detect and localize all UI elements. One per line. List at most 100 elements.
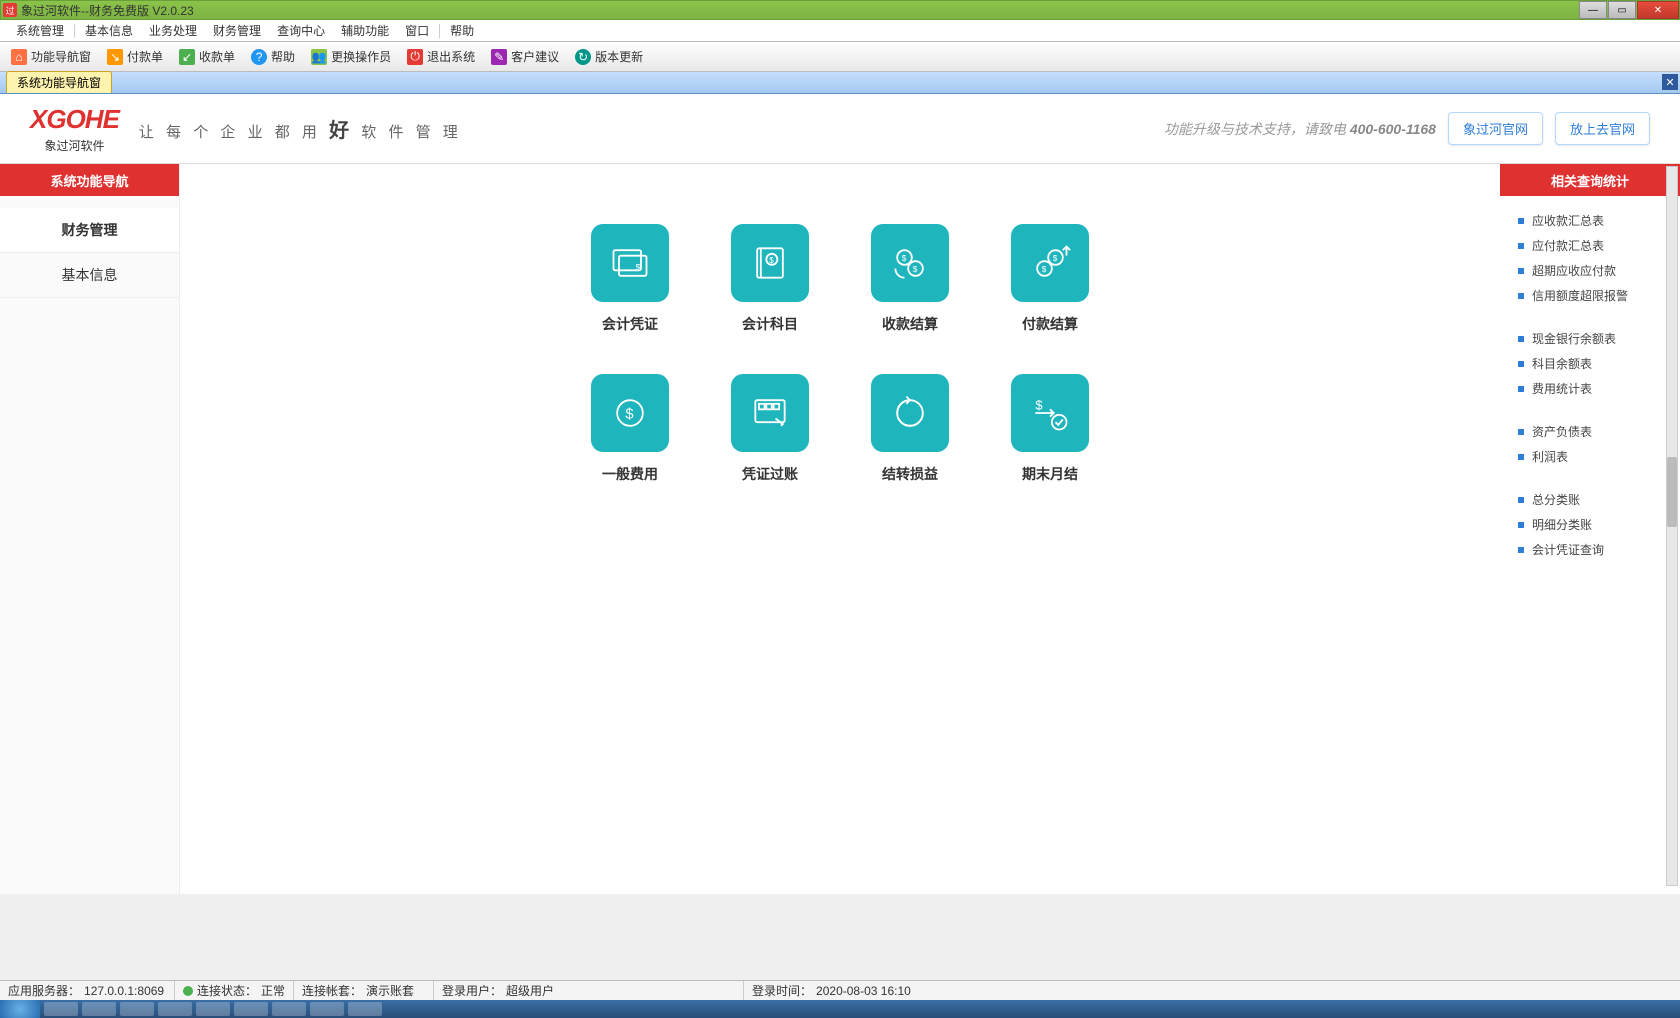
menu-aux[interactable]: 辅助功能 [333,20,397,41]
taskbar-item[interactable] [82,1002,116,1016]
taskbar-item[interactable] [120,1002,154,1016]
right-link[interactable]: 明细分类账 [1518,512,1662,537]
tab-close-button[interactable]: ✕ [1662,74,1678,90]
right-link[interactable]: 应付款汇总表 [1518,233,1662,258]
right-group-2: 资产负债表利润表 [1500,407,1680,475]
menu-business[interactable]: 业务处理 [141,20,205,41]
right-link[interactable]: 现金银行余额表 [1518,326,1662,351]
sidebar-left-header: 系统功能导航 [0,164,179,196]
right-link[interactable]: 总分类账 [1518,487,1662,512]
taskbar-item[interactable] [310,1002,344,1016]
slogan: 让 每 个 企 业 都 用 好 软 件 管 理 [139,114,462,143]
taskbar-item[interactable] [196,1002,230,1016]
right-link[interactable]: 信用额度超限报警 [1518,283,1662,308]
start-button[interactable] [0,1000,40,1018]
minimize-button[interactable]: — [1579,1,1607,19]
official-site-button[interactable]: 象过河官网 [1448,112,1543,145]
status-dot-icon [183,986,193,996]
status-account: 连接帐套：演示账套 [294,981,434,1000]
toolbar: ⌂功能导航窗 ↘付款单 ↙收款单 ?帮助 👥更换操作员 ⏻退出系统 ✎客户建议 … [0,42,1680,72]
menu-query[interactable]: 查询中心 [269,20,333,41]
toolbar-update-button[interactable]: ↻版本更新 [568,44,650,69]
tile-monthend[interactable]: $期末月结 [985,374,1115,484]
close-button[interactable]: ✕ [1637,1,1679,19]
tile-label: 期末月结 [1022,464,1078,484]
tile-subject[interactable]: $会计科目 [705,224,835,334]
help-icon: ? [251,49,267,65]
tile-carry[interactable]: 结转损益 [845,374,975,484]
right-link[interactable]: 利润表 [1518,444,1662,469]
toolbar-label: 收款单 [199,48,235,65]
right-link[interactable]: 资产负债表 [1518,419,1662,444]
right-group-3: 总分类账明细分类账会计凭证查询 [1500,475,1680,568]
right-link[interactable]: 费用统计表 [1518,376,1662,401]
maximize-button[interactable]: ▭ [1608,1,1636,19]
menu-basic[interactable]: 基本信息 [77,20,141,41]
toolbar-suggest-button[interactable]: ✎客户建议 [484,44,566,69]
menubar: 系统管理 基本信息 业务处理 财务管理 查询中心 辅助功能 窗口 帮助 [0,20,1680,42]
toolbar-switchuser-button[interactable]: 👥更换操作员 [304,44,398,69]
receive-icon: ↙ [179,49,195,65]
toolbar-help-button[interactable]: ?帮助 [244,44,302,69]
menu-window[interactable]: 窗口 [397,20,437,41]
right-link[interactable]: 科目余额表 [1518,351,1662,376]
separator [74,24,75,38]
taskbar-item[interactable] [158,1002,192,1016]
separator [439,24,440,38]
right-group-1: 现金银行余额表科目余额表费用统计表 [1500,314,1680,407]
sidebar-item-basic[interactable]: 基本信息 [0,253,179,298]
recv-settle-icon: $$ [871,224,949,302]
toolbar-label: 退出系统 [427,48,475,65]
tab-nav[interactable]: 系统功能导航窗 [6,71,112,93]
right-link[interactable]: 应收款汇总表 [1518,208,1662,233]
taskbar-item[interactable] [234,1002,268,1016]
tile-post[interactable]: 凭证过账 [705,374,835,484]
scrollbar[interactable] [1666,166,1678,886]
tabbar: 系统功能导航窗 ✕ [0,72,1680,94]
sidebar-right-header: 相关查询统计 [1500,164,1680,196]
tile-label: 一般费用 [602,464,658,484]
window-titlebar: 过 象过河软件--财务免费版 V2.0.23 — ▭ ✕ [0,0,1680,20]
right-link[interactable]: 会计凭证查询 [1518,537,1662,562]
os-taskbar[interactable] [0,1000,1680,1018]
menu-finance[interactable]: 财务管理 [205,20,269,41]
svg-text:$: $ [1053,254,1058,263]
tile-voucher[interactable]: $ 会计凭证 [565,224,695,334]
svg-text:$: $ [625,407,633,423]
tile-label: 会计凭证 [602,314,658,334]
toolbar-label: 更换操作员 [331,48,391,65]
pay-icon: ↘ [107,49,123,65]
home-icon: ⌂ [11,49,27,65]
menu-help[interactable]: 帮助 [442,20,482,41]
toolbar-pay-button[interactable]: ↘付款单 [100,44,170,69]
menu-system[interactable]: 系统管理 [8,20,72,41]
right-link[interactable]: 超期应收应付款 [1518,258,1662,283]
scrollbar-thumb[interactable] [1667,457,1677,527]
tile-expense[interactable]: $ 一般费用 [565,374,695,484]
tile-label: 收款结算 [882,314,938,334]
toolbar-label: 帮助 [271,48,295,65]
taskbar-item[interactable] [348,1002,382,1016]
toolbar-nav-button[interactable]: ⌂功能导航窗 [4,44,98,69]
taskbar-item[interactable] [272,1002,306,1016]
deploy-site-button[interactable]: 放上去官网 [1555,112,1650,145]
logo: XGOHE 象过河软件 [30,104,119,154]
tile-recv-settle[interactable]: $$ 收款结算 [845,224,975,334]
tile-label: 付款结算 [1022,314,1078,334]
app-icon: 过 [3,3,17,17]
statusbar: 应用服务器：127.0.0.1:8069 连接状态：正常 连接帐套：演示账套 登… [0,980,1680,1000]
post-icon [731,374,809,452]
status-connection: 连接状态：正常 [175,981,294,1000]
sidebar-item-finance[interactable]: 财务管理 [0,208,179,253]
tile-label: 凭证过账 [742,464,798,484]
logo-subtitle: 象过河软件 [44,137,104,154]
status-time: 登录时间：2020-08-03 16:10 [744,981,1054,1000]
toolbar-recv-button[interactable]: ↙收款单 [172,44,242,69]
toolbar-exit-button[interactable]: ⏻退出系统 [400,44,482,69]
sidebar-right: 相关查询统计 应收款汇总表应付款汇总表超期应收应付款信用额度超限报警现金银行余额… [1500,164,1680,894]
taskbar-item[interactable] [44,1002,78,1016]
toolbar-label: 付款单 [127,48,163,65]
svg-text:$: $ [636,262,641,272]
tile-pay-settle[interactable]: $$付款结算 [985,224,1115,334]
tile-label: 结转损益 [882,464,938,484]
